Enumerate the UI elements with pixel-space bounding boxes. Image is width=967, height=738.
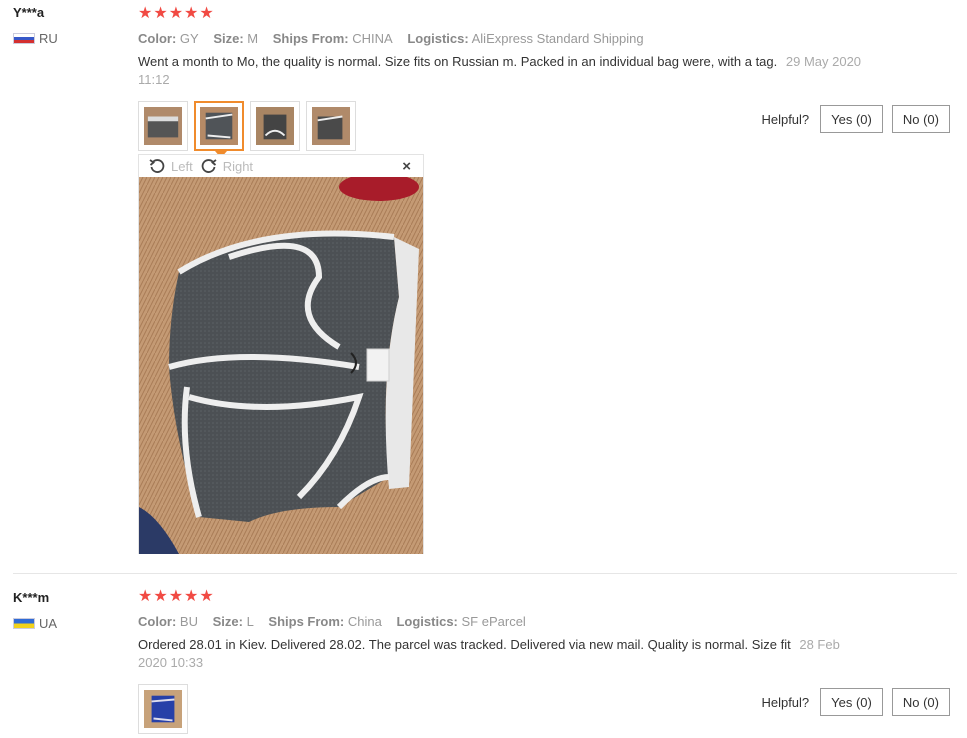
- photo-thumbnail-image: [144, 690, 182, 728]
- review-content: Went a month to Mo, the quality is norma…: [138, 54, 778, 69]
- attr-color-value: GY: [179, 31, 199, 46]
- helpful-no-button[interactable]: No (0): [891, 688, 950, 716]
- rotate-right-label: Right: [222, 158, 254, 174]
- product-photo: [139, 177, 423, 554]
- reviewer-name: K***m: [13, 590, 50, 605]
- photo-thumbnail-image: [312, 107, 350, 145]
- review-divider: [13, 573, 957, 574]
- attr-size-value: M: [247, 31, 259, 46]
- photo-thumbnail-active[interactable]: [194, 101, 244, 158]
- review-text: Ordered 28.01 in Kiev. Delivered 28.02. …: [138, 636, 868, 672]
- rotate-right-icon: [201, 159, 217, 173]
- rotate-left-label: Left: [171, 158, 193, 174]
- helpful-yes-button[interactable]: Yes (0): [820, 105, 883, 133]
- reviewer-info: Y***a RU: [13, 5, 58, 46]
- photo-thumbnail-image: [200, 107, 238, 145]
- attr-size-key: Size:: [212, 614, 243, 629]
- attr-logistics-key: Logistics:: [396, 614, 458, 629]
- photo-viewer-toolbar: Left Right ×: [139, 155, 423, 177]
- photo-thumbnail[interactable]: [250, 101, 300, 151]
- photo-thumbnail-image: [144, 107, 182, 145]
- rotate-left-icon: [149, 159, 165, 173]
- rotate-left-button[interactable]: Left: [149, 158, 193, 174]
- country-code: UA: [39, 616, 58, 631]
- country-code: RU: [39, 31, 58, 46]
- reviewer-country: RU: [13, 31, 58, 46]
- attr-ships-value: China: [347, 614, 382, 629]
- attr-color-key: Color:: [138, 614, 177, 629]
- reviewer-name: Y***a: [13, 5, 45, 20]
- review-text: Went a month to Mo, the quality is norma…: [138, 53, 868, 89]
- review-content: Ordered 28.01 in Kiev. Delivered 28.02. …: [138, 637, 791, 652]
- close-icon[interactable]: ×: [402, 158, 411, 175]
- russia-flag-icon: [13, 33, 35, 44]
- photo-thumbnail[interactable]: [306, 101, 356, 151]
- reviewer-info: K***m UA: [13, 590, 57, 631]
- star-rating: ★★★★★: [138, 588, 215, 605]
- photo-viewer: Left Right ×: [138, 154, 424, 554]
- attr-logistics-key: Logistics:: [407, 31, 469, 46]
- review-photo-large: [139, 177, 423, 554]
- rotate-right-button[interactable]: Right: [201, 158, 253, 174]
- photo-thumbnail[interactable]: [138, 101, 188, 151]
- helpful-label: Helpful?: [761, 694, 810, 710]
- helpful-votes: Helpful? Yes (0) No (0): [761, 105, 950, 133]
- star-rating: ★★★★★: [138, 5, 215, 22]
- attr-size-value: L: [246, 614, 254, 629]
- attr-logistics-value: AliExpress Standard Shipping: [471, 31, 644, 46]
- attr-ships-key: Ships From:: [268, 614, 345, 629]
- attr-color-value: BU: [179, 614, 198, 629]
- attr-size-key: Size:: [213, 31, 244, 46]
- attr-logistics-value: SF eParcel: [461, 614, 526, 629]
- attr-color-key: Color:: [138, 31, 177, 46]
- reviewer-country: UA: [13, 616, 57, 631]
- photo-thumbnail[interactable]: [138, 684, 188, 734]
- review-attributes: Color: BU Size: L Ships From: China Logi…: [138, 614, 958, 629]
- helpful-votes: Helpful? Yes (0) No (0): [761, 688, 950, 716]
- helpful-label: Helpful?: [761, 111, 810, 127]
- review-attributes: Color: GY Size: M Ships From: CHINA Logi…: [138, 31, 958, 46]
- attr-ships-key: Ships From:: [272, 31, 349, 46]
- photo-thumbnail-image: [256, 107, 294, 145]
- attr-ships-value: CHINA: [352, 31, 393, 46]
- helpful-yes-button[interactable]: Yes (0): [820, 688, 883, 716]
- helpful-no-button[interactable]: No (0): [891, 105, 950, 133]
- ukraine-flag-icon: [13, 618, 35, 629]
